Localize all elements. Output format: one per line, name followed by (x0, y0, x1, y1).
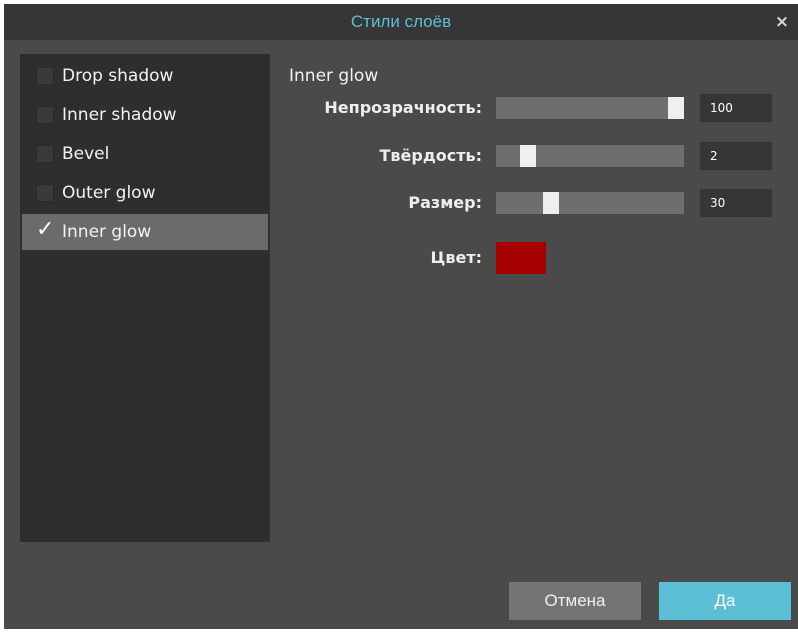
checkbox[interactable] (36, 106, 54, 124)
opacity-slider[interactable] (496, 97, 684, 119)
color-swatch[interactable] (496, 242, 546, 274)
slider-thumb[interactable] (519, 145, 536, 167)
hardness-label: Твёрдость: (379, 146, 482, 165)
opacity-label: Непрозрачность: (324, 98, 482, 117)
checkbox[interactable] (36, 67, 54, 85)
checkbox-checked[interactable]: ✓ (36, 217, 54, 242)
effect-item-inner-glow[interactable]: ✓ Inner glow (22, 214, 268, 250)
hardness-value-field[interactable]: 2 (700, 142, 772, 170)
effect-label: Drop shadow (62, 66, 174, 86)
checkmark-icon: ✓ (36, 217, 55, 242)
effect-item-inner-shadow[interactable]: Inner shadow (22, 97, 268, 133)
effect-label: Inner glow (62, 222, 152, 242)
slider-thumb[interactable] (668, 97, 684, 119)
size-slider[interactable] (496, 192, 684, 214)
cancel-button[interactable]: Отмена (509, 582, 641, 620)
close-icon[interactable]: × (772, 10, 792, 34)
dialog-title: Стили слоёв (350, 12, 452, 31)
opacity-value-field[interactable]: 100 (700, 94, 772, 122)
size-label: Размер: (408, 193, 482, 212)
effect-label: Outer glow (62, 183, 156, 203)
effect-label: Bevel (62, 144, 110, 164)
effect-item-outer-glow[interactable]: Outer glow (22, 175, 268, 211)
effects-list: Drop shadow Inner shadow Bevel Outer glo… (20, 54, 270, 542)
size-value-field[interactable]: 30 (700, 189, 772, 217)
color-label: Цвет: (430, 248, 483, 267)
title-bar: Стили слоёв × (4, 4, 798, 40)
effect-label: Inner shadow (62, 105, 177, 125)
ok-button[interactable]: Да (659, 582, 791, 620)
slider-thumb[interactable] (542, 192, 559, 214)
section-title: Inner glow (289, 66, 379, 86)
hardness-slider[interactable] (496, 145, 684, 167)
effect-item-bevel[interactable]: Bevel (22, 136, 268, 172)
effect-item-drop-shadow[interactable]: Drop shadow (22, 58, 268, 94)
checkbox[interactable] (36, 145, 54, 163)
layer-styles-dialog: Стили слоёв × Drop shadow Inner shadow B… (4, 4, 798, 629)
checkbox[interactable] (36, 184, 54, 202)
